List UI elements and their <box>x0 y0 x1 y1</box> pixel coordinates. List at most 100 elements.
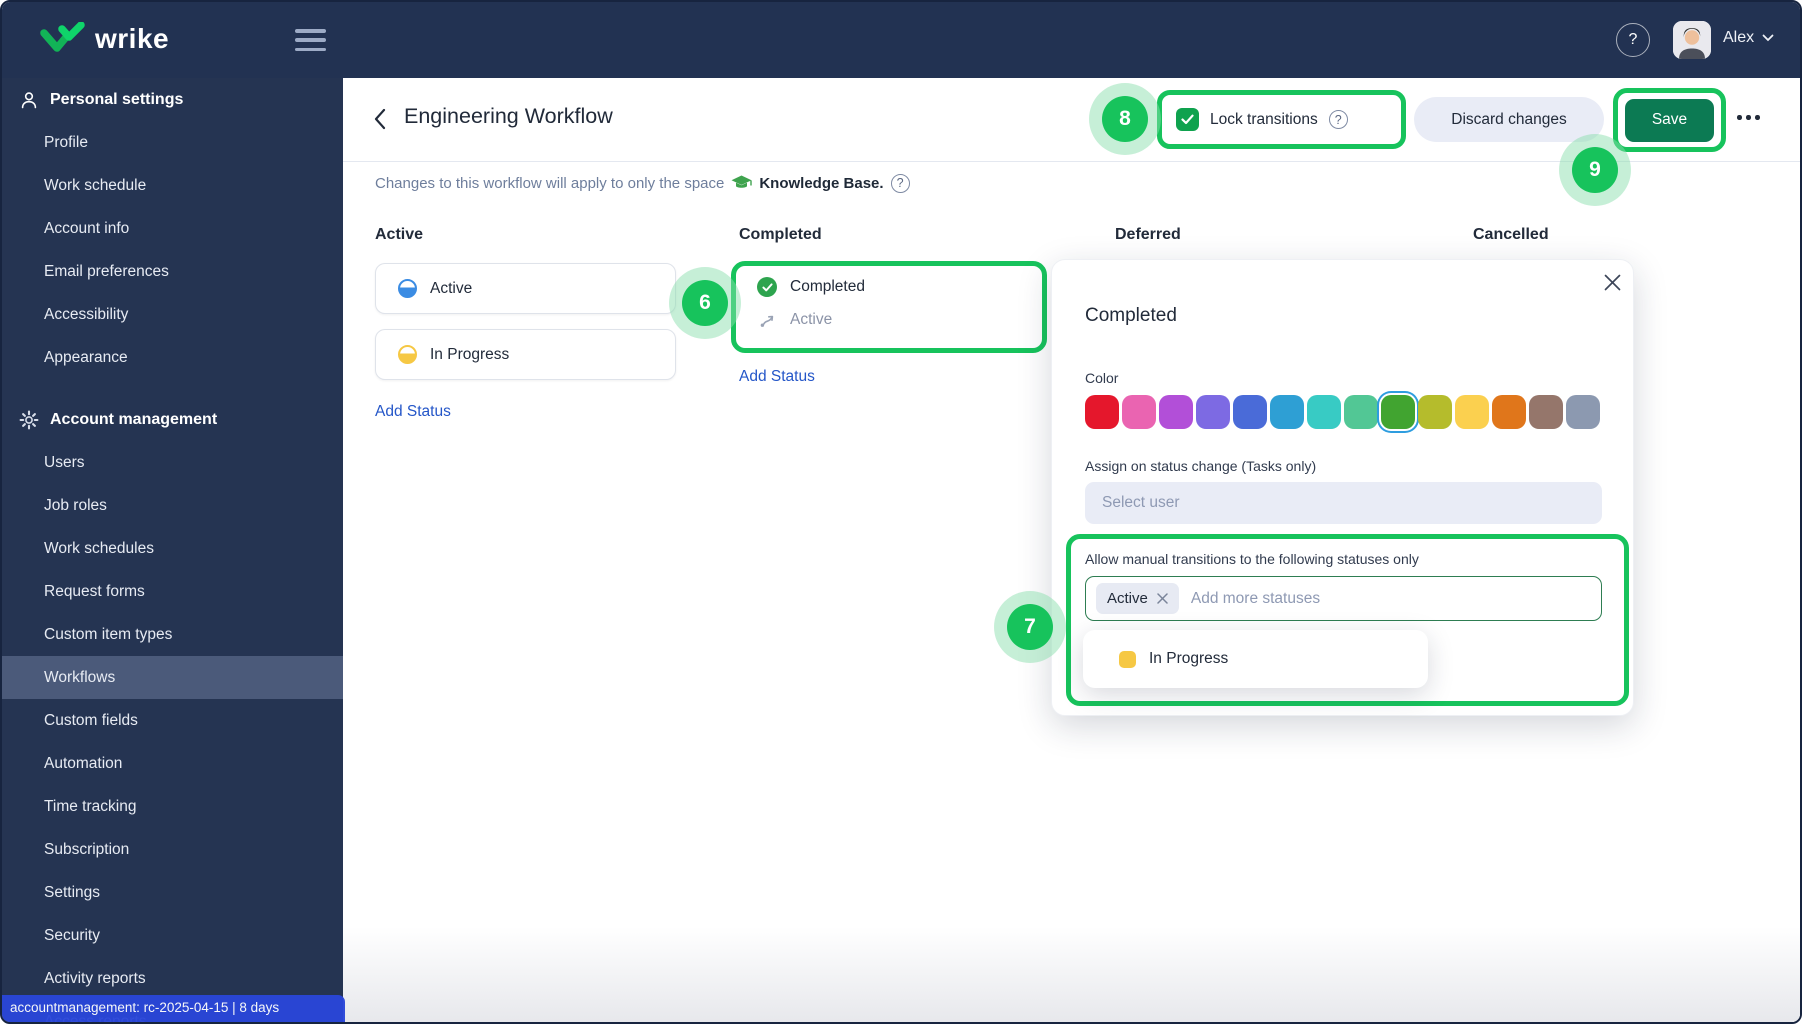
color-swatch-13[interactable] <box>1566 395 1600 429</box>
sidebar-section-account-management[interactable]: Account management <box>2 398 343 441</box>
sidebar-item-time-tracking[interactable]: Time tracking <box>2 785 343 828</box>
color-swatch-6[interactable] <box>1307 395 1341 429</box>
space-name[interactable]: Knowledge Base. <box>759 175 883 192</box>
settings-sidebar: Personal settings Profile Work schedule … <box>2 78 343 1022</box>
color-swatch-0[interactable] <box>1085 395 1119 429</box>
hamburger-menu-icon[interactable] <box>295 29 326 51</box>
completed-card-annotation-box: Completed Active <box>731 261 1047 353</box>
color-swatch-2[interactable] <box>1159 395 1193 429</box>
sidebar-item-work-schedules[interactable]: Work schedules <box>2 527 343 570</box>
transitions-tag-input[interactable]: Active <box>1085 576 1602 621</box>
sidebar-section-label: Account management <box>50 410 218 428</box>
wrike-logo-icon <box>40 22 85 52</box>
sidebar-item-subscription[interactable]: Subscription <box>2 828 343 871</box>
avatar-image <box>1673 21 1711 59</box>
wrike-logo[interactable]: wrike <box>40 22 169 56</box>
lock-transitions-help-icon[interactable]: ? <box>1328 110 1348 129</box>
sidebar-item-workflows[interactable]: Workflows <box>2 656 343 699</box>
add-status-link-active[interactable]: Add Status <box>375 403 451 421</box>
column-header-active: Active <box>375 226 424 243</box>
topbar: wrike ? Alex <box>2 2 1800 78</box>
graduation-cap-icon <box>731 175 753 188</box>
status-card-active[interactable]: Active <box>375 263 676 314</box>
sidebar-section-label: Personal settings <box>50 90 184 108</box>
dropdown-item-label: In Progress <box>1149 650 1229 667</box>
avatar[interactable] <box>1673 21 1711 59</box>
annotation-step-9: 9 <box>1559 134 1631 206</box>
sidebar-item-job-roles[interactable]: Job roles <box>2 484 343 527</box>
lock-transitions-checkbox[interactable] <box>1176 108 1199 131</box>
sidebar-section-personal-settings[interactable]: Personal settings <box>2 78 343 121</box>
color-swatch-4[interactable] <box>1233 395 1267 429</box>
discard-changes-button[interactable]: Discard changes <box>1414 97 1604 142</box>
sidebar-item-automation[interactable]: Automation <box>2 742 343 785</box>
remove-chip-icon[interactable] <box>1157 593 1168 604</box>
user-name: Alex <box>1723 29 1755 46</box>
user-menu[interactable]: Alex <box>1723 29 1774 47</box>
sidebar-item-profile[interactable]: Profile <box>2 121 343 164</box>
transition-row[interactable]: Active <box>759 311 832 329</box>
chip-label: Active <box>1107 590 1148 607</box>
add-statuses-input[interactable] <box>1190 589 1601 608</box>
notice-help-icon[interactable]: ? <box>890 173 910 193</box>
select-user-input[interactable] <box>1085 482 1602 524</box>
assign-label: Assign on status change (Tasks only) <box>1085 458 1317 474</box>
color-swatch-5[interactable] <box>1270 395 1304 429</box>
sidebar-item-appearance[interactable]: Appearance <box>2 336 343 379</box>
color-swatches <box>1085 395 1600 429</box>
sidebar-item-request-forms[interactable]: Request forms <box>2 570 343 613</box>
save-button[interactable]: Save <box>1625 98 1714 142</box>
lock-transitions-annotation-box: Lock transitions ? <box>1157 90 1406 149</box>
more-options-icon[interactable] <box>1737 115 1760 120</box>
sidebar-item-users[interactable]: Users <box>2 441 343 484</box>
sidebar-item-accessibility[interactable]: Accessibility <box>2 293 343 336</box>
color-swatch-9[interactable] <box>1418 395 1452 429</box>
back-button[interactable] <box>371 106 391 132</box>
wrike-logo-text: wrike <box>95 23 170 54</box>
color-swatch-3[interactable] <box>1196 395 1230 429</box>
color-swatch-8[interactable] <box>1381 395 1415 429</box>
status-card-in-progress[interactable]: In Progress <box>375 329 676 380</box>
person-icon <box>21 91 37 108</box>
status-completed-icon <box>757 277 777 297</box>
in-progress-color-icon <box>1119 650 1136 668</box>
sidebar-item-custom-fields[interactable]: Custom fields <box>2 699 343 742</box>
app-window: wrike ? Alex Personal settings Profile W… <box>0 0 1802 1024</box>
status-active-icon <box>398 279 417 298</box>
help-icon[interactable]: ? <box>1616 23 1650 57</box>
status-card-label: Active <box>430 279 473 297</box>
color-swatch-7[interactable] <box>1344 395 1378 429</box>
sidebar-item-custom-item-types[interactable]: Custom item types <box>2 613 343 656</box>
color-swatch-12[interactable] <box>1529 395 1563 429</box>
close-icon[interactable] <box>1600 270 1624 294</box>
transition-arrow-icon <box>760 315 774 327</box>
status-in-progress-icon <box>398 345 417 364</box>
check-icon <box>1181 114 1194 125</box>
page-title: Engineering Workflow <box>404 104 613 128</box>
save-annotation-box: Save <box>1613 88 1726 152</box>
sidebar-item-email-preferences[interactable]: Email preferences <box>2 250 343 293</box>
sidebar-item-account-info[interactable]: Account info <box>2 207 343 250</box>
chevron-down-icon <box>1762 34 1774 42</box>
color-swatch-11[interactable] <box>1492 395 1526 429</box>
transition-target-label: Active <box>790 311 833 328</box>
lock-transitions-label: Lock transitions <box>1210 110 1318 128</box>
column-header-deferred: Deferred <box>1115 226 1181 243</box>
color-label: Color <box>1085 370 1119 386</box>
color-swatch-1[interactable] <box>1122 395 1156 429</box>
sidebar-item-activity-reports[interactable]: Activity reports <box>2 957 343 1000</box>
column-header-cancelled: Cancelled <box>1473 226 1549 243</box>
notice-text: Changes to this workflow will apply to o… <box>375 174 725 192</box>
annotation-step-6: 6 <box>669 267 741 339</box>
add-status-link-completed[interactable]: Add Status <box>739 368 815 386</box>
annotation-step-7: 7 <box>994 591 1066 663</box>
gear-icon <box>19 410 39 429</box>
status-card-completed[interactable]: Completed <box>757 277 865 297</box>
status-dropdown-item-in-progress[interactable]: In Progress <box>1083 630 1428 688</box>
color-swatch-10[interactable] <box>1455 395 1489 429</box>
sidebar-item-security[interactable]: Security <box>2 914 343 957</box>
build-status-bar: accountmanagement: rc-2025-04-15 | 8 day… <box>2 995 345 1022</box>
sidebar-item-work-schedule[interactable]: Work schedule <box>2 164 343 207</box>
annotation-step-8: 8 <box>1089 83 1161 155</box>
sidebar-item-settings[interactable]: Settings <box>2 871 343 914</box>
